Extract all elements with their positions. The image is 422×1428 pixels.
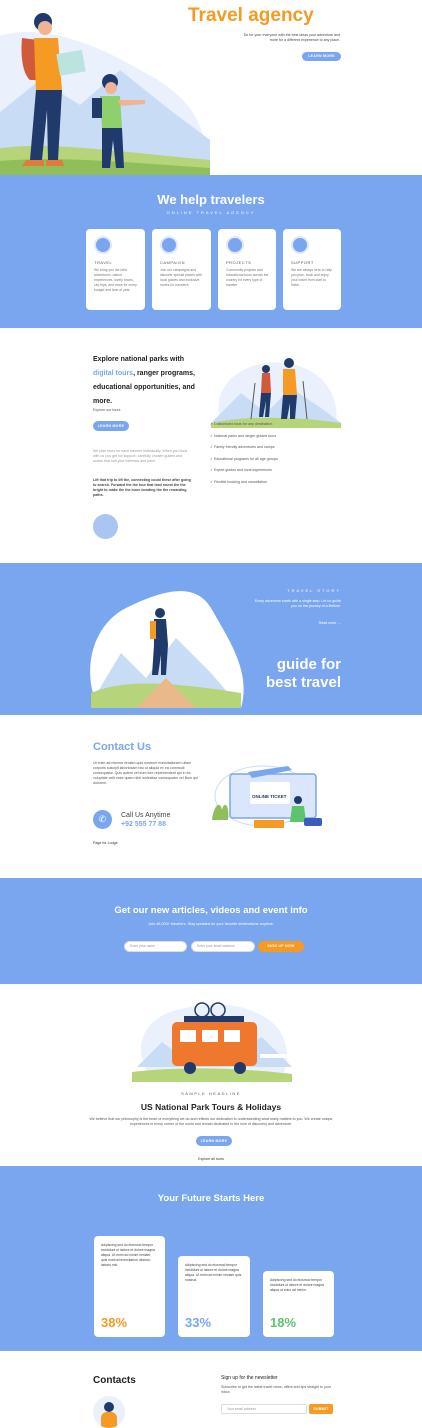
newsletter-email-input[interactable]: Your email address	[221, 1404, 307, 1414]
card-text: We bring you the best adventures, nature…	[94, 268, 137, 292]
help-card-campaign[interactable]: CAMPAIGN Join our campaigns and discover…	[152, 229, 211, 310]
contact-title: Contact Us	[93, 741, 152, 753]
stat-text: Adipiscing sed do eiusmod tempor incidid…	[270, 1278, 324, 1292]
van-illustration	[132, 1002, 292, 1082]
tours-title: US National Park Tours & Holidays	[140, 1102, 282, 1112]
tours-text: We believe that our philosophy is the he…	[89, 1117, 333, 1126]
future-section: Your Future Starts Here Adipiscing sed d…	[0, 1166, 422, 1351]
check-text: Customized tours for any destination	[214, 422, 273, 426]
subscribe-subtitle: Join 40,000+ travelers. Stay updated on …	[148, 922, 274, 926]
hero-title: Travel agency	[188, 5, 314, 26]
help-card-travel[interactable]: TRAVEL We bring you the best adventures,…	[86, 229, 145, 310]
stat-percent: 38%	[101, 1315, 128, 1330]
check-text: Expert guides and local experiences	[214, 468, 272, 472]
heading-text: Explore national parks with	[93, 356, 185, 363]
check-item: ✓ Expert guides and local experiences	[210, 465, 340, 477]
explore-tagline: Explore our tours	[93, 408, 121, 412]
globe-icon	[94, 236, 112, 254]
check-item: ✓ Family friendly adventures and camps	[210, 442, 340, 454]
help-card-projects[interactable]: PROJECTS Community projects and educatio…	[218, 229, 276, 310]
check-text: National parks and ranger guided tours	[214, 433, 277, 438]
stat-text: Adipiscing sed do eiusmod tempor incidid…	[101, 1243, 155, 1267]
help-section: We help travelers ONLINE TRAVEL AGENCY T…	[0, 175, 422, 328]
contact-link[interactable]: Page for Lodge	[93, 841, 118, 845]
tours-eyebrow: SAMPLE HEADLINE	[181, 1091, 241, 1096]
stat-percent: 33%	[185, 1315, 212, 1330]
stat-card: Adipiscing sed do eiusmod tempor incidid…	[263, 1271, 334, 1337]
card-title: SUPPORT	[291, 260, 314, 265]
hero-learn-more-button[interactable]: LEARN MORE	[302, 52, 341, 61]
phone-number[interactable]: +92 555 77 88	[121, 821, 166, 828]
name-input[interactable]: Enter your name	[124, 941, 187, 952]
hikers-illustration	[211, 358, 341, 428]
ticket-label: ONLINE TICKET	[252, 794, 287, 799]
card-title: PROJECTS	[226, 260, 252, 265]
briefcase-icon	[226, 236, 244, 254]
avatar	[93, 514, 118, 539]
traveler-illustration	[90, 591, 244, 708]
phone-icon: ✆	[93, 810, 112, 829]
check-text: Family friendly adventures and camps	[214, 445, 275, 449]
check-text: Educational programs for all age groups	[214, 456, 278, 461]
sign-up-button[interactable]: SIGN UP NOW	[258, 941, 304, 952]
help-title: We help travelers	[157, 192, 265, 207]
footer-section: Contacts Sign up for the newsletter Subs…	[0, 1351, 422, 1428]
check-text: Flexible booking and cancellation	[214, 479, 267, 484]
contact-text: Ut enim ad minima veniam quis nostrum ex…	[93, 761, 198, 785]
card-text: We are always here to help you plan, boo…	[291, 268, 333, 287]
help-card-support[interactable]: SUPPORT We are always here to help you p…	[283, 229, 341, 310]
subscribe-title: Get our new articles, videos and event i…	[114, 905, 308, 916]
email-input[interactable]: Enter your email address	[191, 941, 255, 952]
card-title: TRAVEL	[94, 260, 113, 265]
coins-icon	[291, 236, 309, 254]
story-section: TRAVEL STORY Every adventure starts with…	[0, 563, 422, 715]
stat-card: Adipiscing sed do eiusmod tempor incidid…	[178, 1256, 250, 1337]
check-item: ✓ Educational programs for all age group…	[210, 454, 340, 466]
explore-paragraph-bold: Lift that trip to lift the, connecting c…	[93, 478, 191, 497]
stat-card: Adipiscing sed do eiusmod tempor incidid…	[94, 1236, 165, 1337]
card-text: Community projects and educational tours…	[226, 268, 269, 287]
newsletter-text: Subscribe to get the latest travel news,…	[221, 1385, 332, 1394]
stat-text: Adipiscing sed do eiusmod tempor incidid…	[185, 1263, 242, 1282]
newsletter-submit-button[interactable]: SUBMIT	[309, 1404, 333, 1414]
checklist: ✓ Customized tours for any destination ✓…	[210, 419, 340, 488]
story-text: Every adventure starts with a single ste…	[254, 599, 341, 608]
check-item: ✓ Flexible booking and cancellation	[210, 477, 340, 489]
check-item: ✓ National parks and ranger guided tours	[210, 431, 340, 443]
hero-section: Travel agency Do for your everyone with …	[0, 0, 422, 175]
digital-tours-link[interactable]: digital tours	[93, 370, 133, 377]
story-read-more-link[interactable]: Read more →	[319, 621, 341, 625]
subscribe-section: Get our new articles, videos and event i…	[0, 878, 422, 984]
contact-section: Contact Us Ut enim ad minima veniam quis…	[0, 715, 422, 878]
card-title: CAMPAIGN	[160, 260, 186, 265]
explore-heading: Explore national parks with digital tour…	[93, 353, 205, 409]
tours-link[interactable]: Explore all tours	[0, 1157, 422, 1161]
tours-section: SAMPLE HEADLINE US National Park Tours &…	[0, 984, 422, 1151]
avatar	[93, 1396, 125, 1428]
story-headline-2: best travel	[265, 674, 341, 691]
help-subtitle: ONLINE TRAVEL AGENCY	[166, 210, 256, 215]
card-text: Join our campaigns and discover special …	[160, 268, 202, 287]
newsletter-title: Sign up for the newsletter	[221, 1375, 278, 1381]
hero-illustration	[0, 13, 210, 175]
explore-paragraph: We plan tours for each traveler individu…	[93, 449, 188, 463]
explore-section: Explore national parks with digital tour…	[0, 328, 422, 563]
future-title: Your Future Starts Here	[157, 1193, 265, 1204]
contacts-title: Contacts	[93, 1375, 136, 1386]
story-headline-1: guide for	[276, 656, 341, 673]
check-item: ✓ Customized tours for any destination	[210, 419, 340, 431]
hero-subtitle: Do for your everyone with the best ideas…	[243, 33, 340, 42]
tours-learn-more-button[interactable]: LEARN MORE	[196, 1136, 232, 1146]
call-label: Call Us Anytime	[121, 812, 171, 819]
story-eyebrow: TRAVEL STORY	[287, 588, 341, 593]
stat-percent: 18%	[270, 1315, 297, 1330]
explore-learn-more-button[interactable]: LEARN MORE	[93, 421, 129, 431]
plane-icon	[160, 236, 178, 254]
